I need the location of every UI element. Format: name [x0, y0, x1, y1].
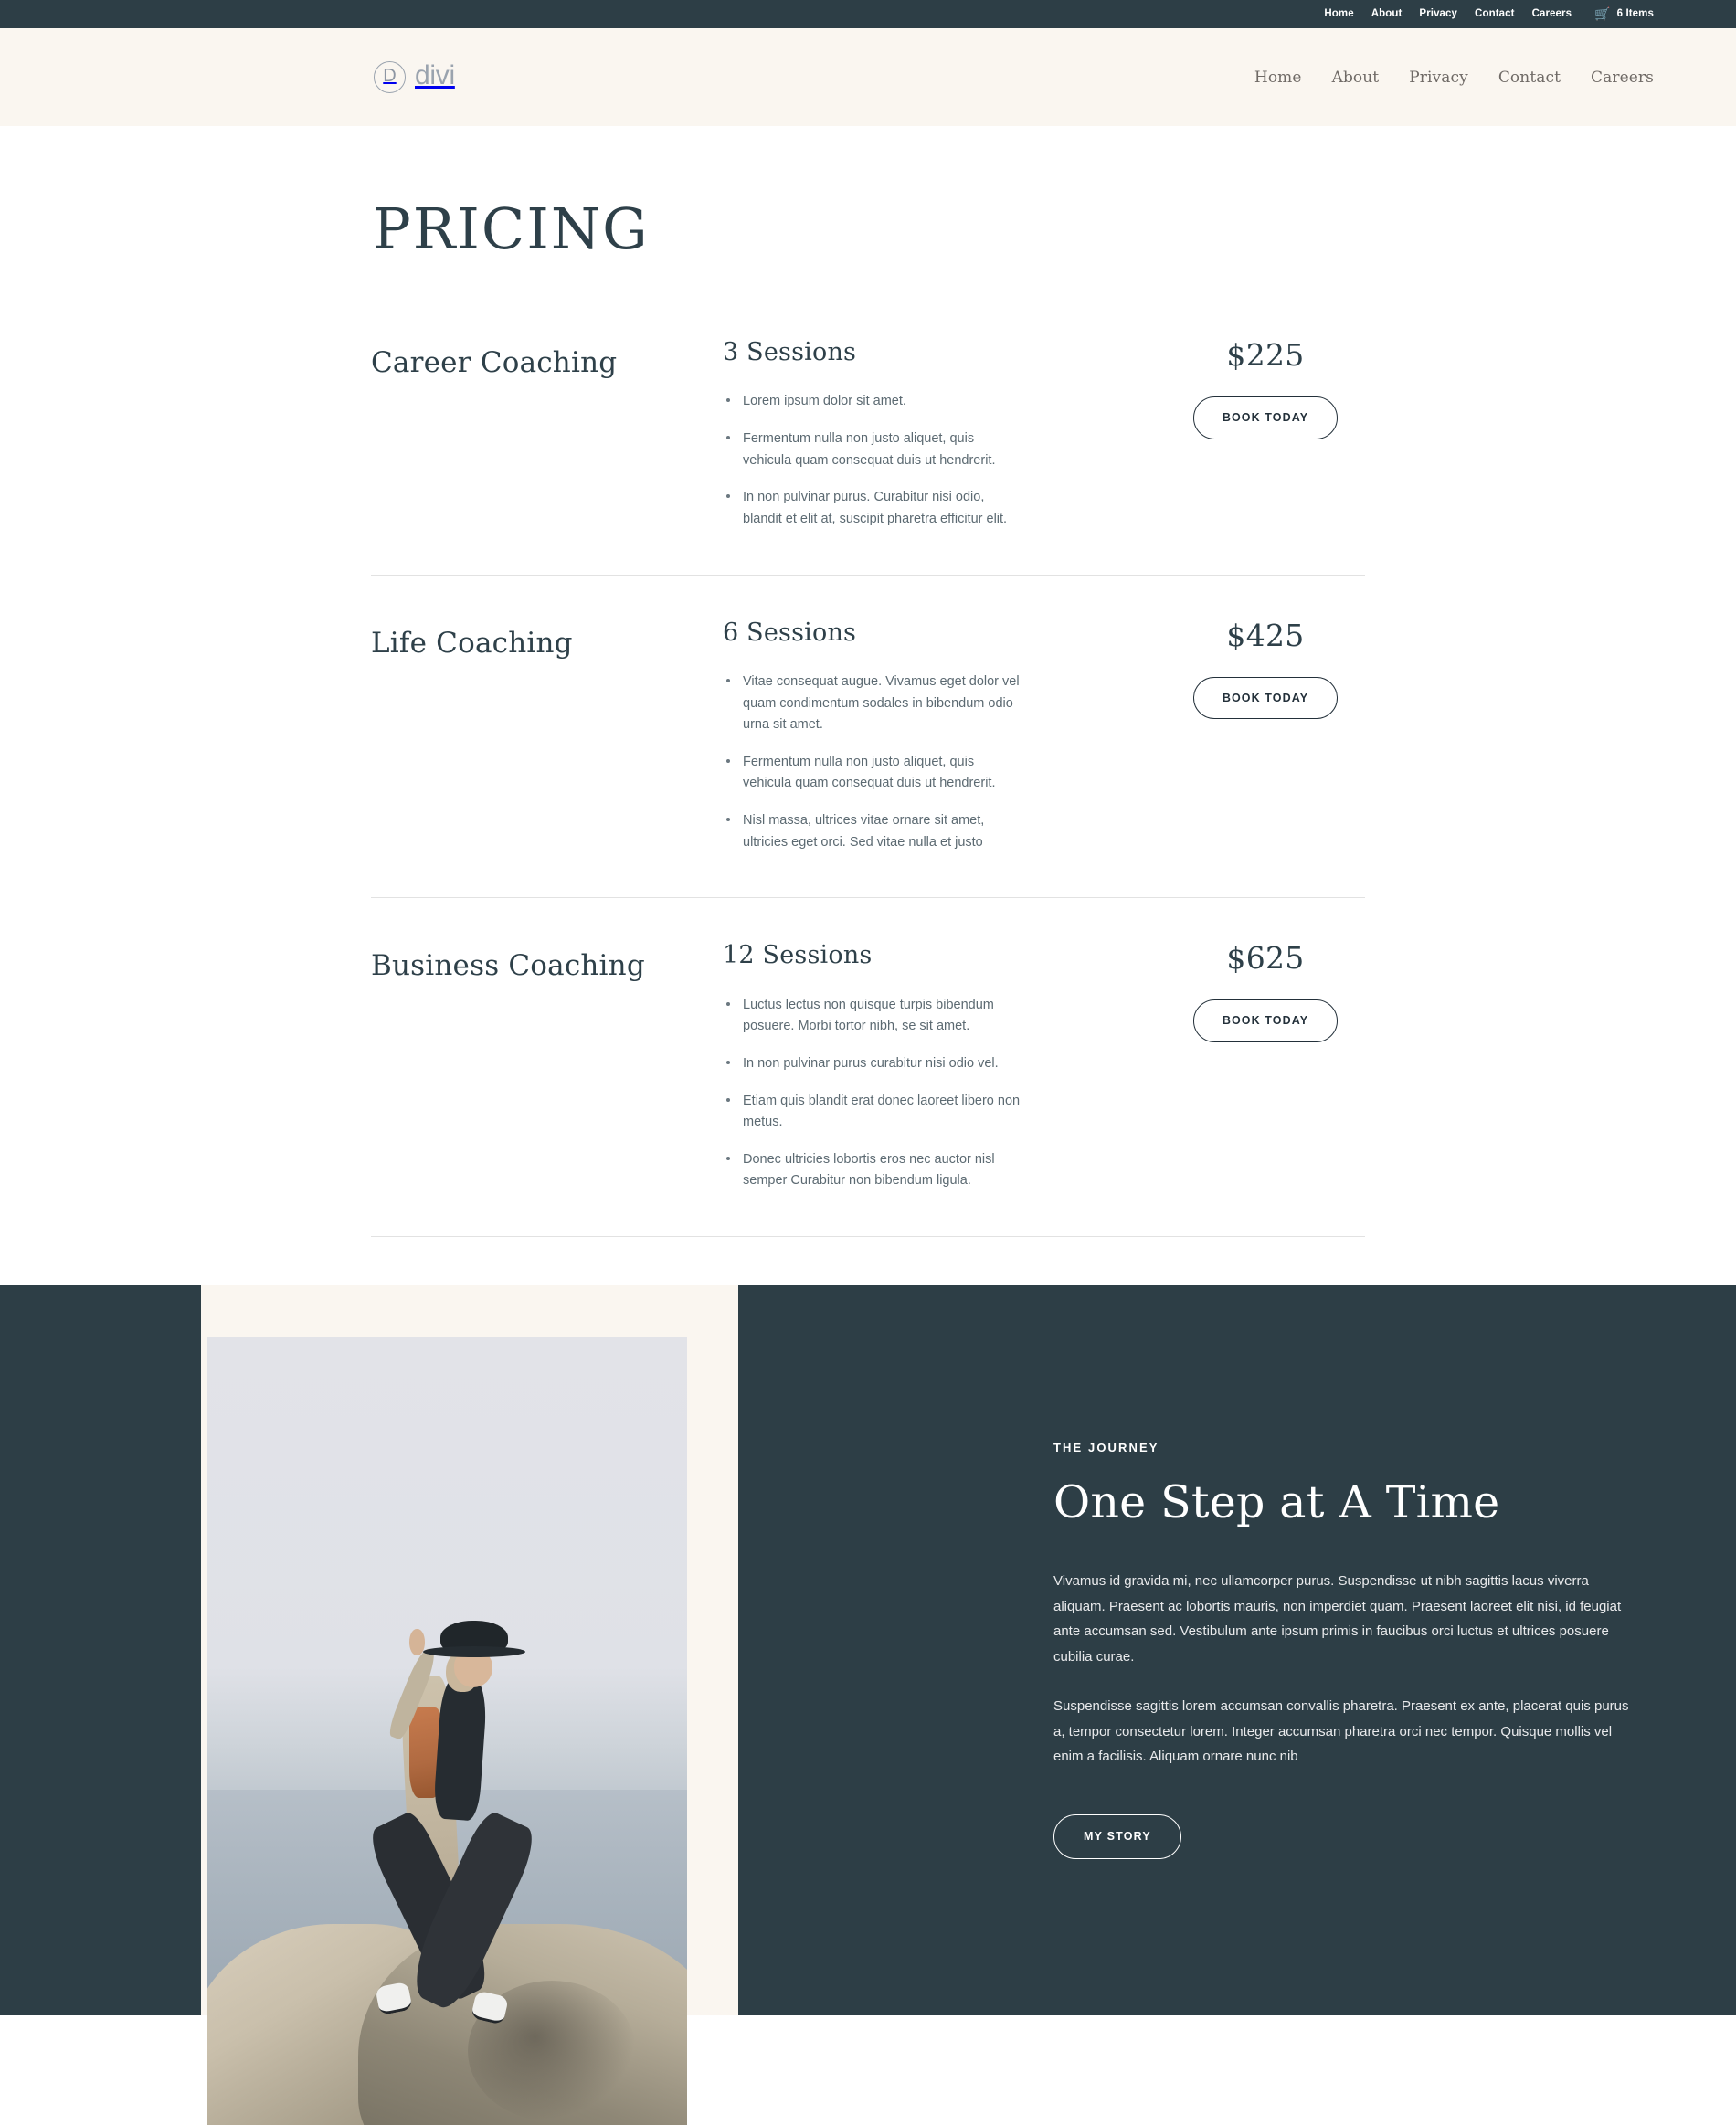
person-front-shoe	[471, 1990, 509, 2025]
my-story-button[interactable]: MY STORY	[1053, 1814, 1181, 1859]
journey-paragraph-2: Suspendisse sagittis lorem accumsan conv…	[1053, 1697, 1629, 1765]
top-utility-bar: Home About Privacy Contact Careers 🛒 6 I…	[0, 0, 1736, 28]
journey-image-column	[0, 1285, 1014, 2125]
plan-feature-item: Fermentum nulla non justo aliquet, quis …	[723, 428, 1024, 471]
nav-item-home[interactable]: Home	[1254, 69, 1302, 87]
pricing-plan-career-coaching: Career Coaching 3 Sessions Lorem ipsum d…	[371, 338, 1365, 575]
plan-details: 12 Sessions Luctus lectus non quisque tu…	[723, 941, 1166, 1192]
journey-text-column: THE JOURNEY One Step at A Time Vivamus i…	[1014, 1285, 1736, 2015]
topbar-link-careers[interactable]: Careers	[1532, 8, 1572, 20]
journey-paragraph-1: Vivamus id gravida mi, nec ullamcorper p…	[1053, 1572, 1622, 1665]
person-hat	[423, 1620, 525, 1657]
nav-item-about[interactable]: About	[1332, 69, 1380, 87]
cart-item-count: 6 Items	[1616, 7, 1654, 19]
plan-details: 6 Sessions Vitae consequat augue. Vivamu…	[723, 618, 1166, 854]
pricing-plan-business-coaching: Business Coaching 12 Sessions Luctus lec…	[371, 897, 1365, 1236]
logo[interactable]: D divi	[374, 61, 455, 93]
person-back-shoe	[375, 1982, 413, 2016]
journey-photo	[207, 1337, 687, 2125]
plan-feature-list: Vitae consequat augue. Vivamus eget dolo…	[723, 671, 1148, 853]
pricing-plan-life-coaching: Life Coaching 6 Sessions Vitae consequat…	[371, 574, 1365, 898]
plan-feature-item: In non pulvinar purus curabitur nisi odi…	[723, 1053, 1024, 1075]
brand-name: divi	[415, 60, 455, 90]
plan-sessions: 3 Sessions	[723, 338, 857, 366]
cart-link[interactable]: 🛒 6 Items	[1594, 5, 1654, 21]
plan-name: Career Coaching	[371, 346, 618, 379]
topbar-link-contact[interactable]: Contact	[1475, 8, 1515, 20]
journey-title: One Step at A Time	[1053, 1476, 1500, 1529]
journey-eyebrow: THE JOURNEY	[1053, 1441, 1159, 1455]
person-fist	[409, 1629, 425, 1655]
top-utility-nav: Home About Privacy Contact Careers 🛒 6 I…	[1324, 5, 1654, 21]
plan-feature-list: Luctus lectus non quisque turpis bibendu…	[723, 995, 1148, 1192]
topbar-link-privacy[interactable]: Privacy	[1419, 8, 1457, 20]
plan-feature-item: Fermentum nulla non justo aliquet, quis …	[723, 752, 1024, 795]
plan-price: $625	[1226, 940, 1305, 977]
nav-item-contact[interactable]: Contact	[1498, 69, 1561, 87]
plan-purchase-area: $425 BOOK TODAY	[1166, 618, 1365, 720]
page-title: PRICING	[373, 196, 650, 262]
book-today-button[interactable]: BOOK TODAY	[1192, 999, 1339, 1042]
pricing-section: PRICING Career Coaching 3 Sessions Lorem…	[0, 126, 1736, 1238]
plan-name: Business Coaching	[371, 949, 645, 983]
plan-feature-item: Luctus lectus non quisque turpis bibendu…	[723, 995, 1024, 1038]
plan-feature-list: Lorem ipsum dolor sit amet. Fermentum nu…	[723, 391, 1148, 530]
plan-feature-item: Donec ultricies lobortis eros nec auctor…	[723, 1149, 1024, 1192]
topbar-link-home[interactable]: Home	[1324, 8, 1353, 20]
plan-feature-item: Vitae consequat augue. Vivamus eget dolo…	[723, 671, 1024, 736]
nav-item-privacy[interactable]: Privacy	[1409, 69, 1468, 87]
plan-sessions: 6 Sessions	[723, 618, 857, 647]
plan-feature-item: In non pulvinar purus. Curabitur nisi od…	[723, 487, 1024, 530]
nav-item-careers[interactable]: Careers	[1591, 69, 1654, 87]
plan-name: Life Coaching	[371, 626, 573, 660]
plan-price: $425	[1226, 617, 1305, 653]
topbar-link-about[interactable]: About	[1371, 8, 1403, 20]
divi-circle-icon: D	[374, 61, 406, 93]
plan-details: 3 Sessions Lorem ipsum dolor sit amet. F…	[723, 338, 1166, 531]
pricing-plan-list: Career Coaching 3 Sessions Lorem ipsum d…	[371, 338, 1365, 1238]
journey-section: THE JOURNEY One Step at A Time Vivamus i…	[0, 1285, 1736, 2125]
person-figure	[362, 1620, 543, 2055]
plan-purchase-area: $225 BOOK TODAY	[1166, 338, 1365, 439]
plan-feature-item: Nisl massa, ultrices vitae ornare sit am…	[723, 810, 1024, 853]
plan-feature-item: Lorem ipsum dolor sit amet.	[723, 391, 1024, 413]
plan-feature-item: Etiam quis blandit erat donec laoreet li…	[723, 1091, 1024, 1134]
shopping-cart-icon: 🛒	[1594, 5, 1611, 21]
site-header: D divi Home About Privacy Contact Career…	[0, 28, 1736, 126]
plan-price: $225	[1226, 337, 1305, 373]
main-nav: Home About Privacy Contact Careers	[1254, 69, 1654, 87]
book-today-button[interactable]: BOOK TODAY	[1192, 396, 1339, 439]
pricing-bottom-divider	[371, 1236, 1365, 1238]
book-today-button[interactable]: BOOK TODAY	[1192, 676, 1339, 720]
plan-purchase-area: $625 BOOK TODAY	[1166, 941, 1365, 1042]
plan-sessions: 12 Sessions	[723, 941, 873, 970]
